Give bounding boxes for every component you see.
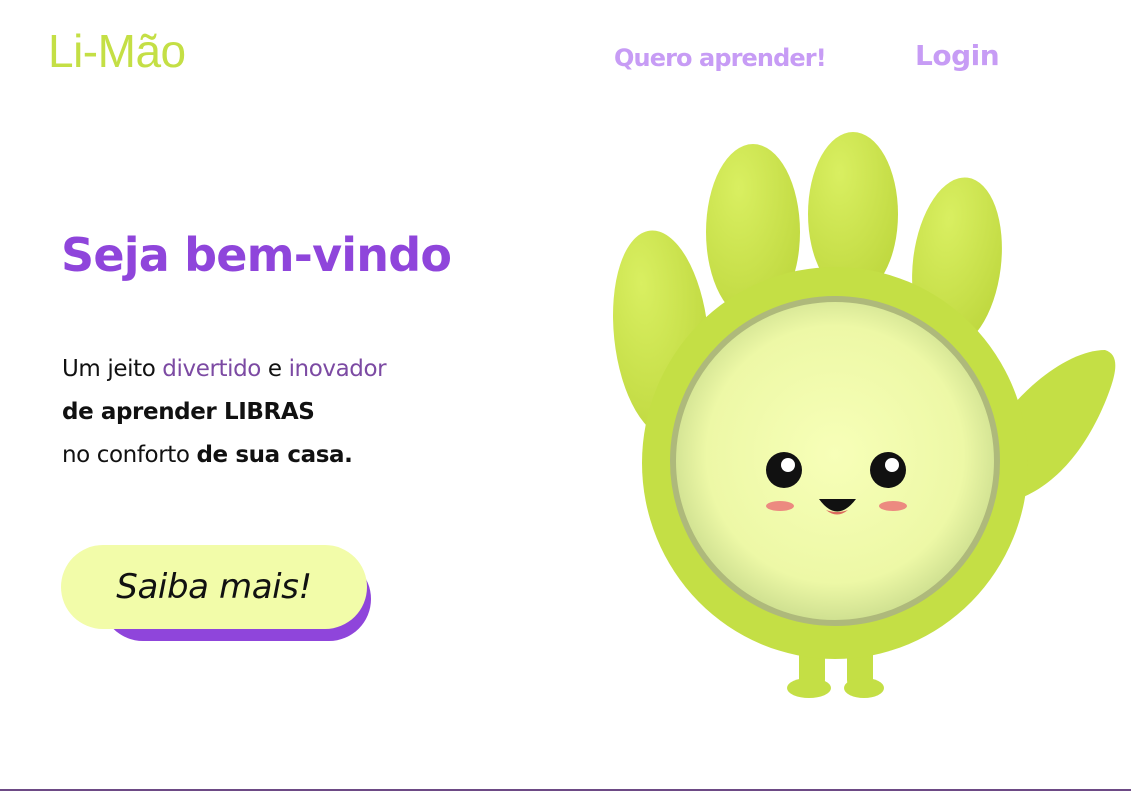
hero-title: Seja bem-vindo [61, 228, 452, 282]
cta-container: Saiba mais! [61, 545, 373, 643]
nav-want-to-learn[interactable]: Quero aprender! [614, 46, 827, 70]
tagline-text: no conforto [62, 442, 197, 468]
tagline-text: e [260, 356, 289, 382]
brand-logo[interactable]: Li-Mão [48, 28, 186, 74]
tagline-line-1: Um jeito divertido e inovador [62, 348, 387, 391]
hero-tagline: Um jeito divertido e inovador de aprende… [62, 348, 387, 477]
tagline-accent-innovative: inovador [288, 356, 387, 382]
tagline-text: Um jeito [62, 356, 163, 382]
tagline-strong-home: de sua casa. [196, 442, 353, 468]
hand-mascot-icon [613, 132, 1116, 698]
tagline-line-3: no conforto de sua casa. [62, 434, 386, 477]
nav-login[interactable]: Login [915, 42, 1000, 70]
mascot-face [670, 296, 1000, 626]
tagline-line-2: de aprender LIBRAS [62, 399, 315, 425]
learn-more-button[interactable]: Saiba mais! [61, 545, 367, 629]
tagline-accent-fun: divertido [162, 356, 261, 382]
